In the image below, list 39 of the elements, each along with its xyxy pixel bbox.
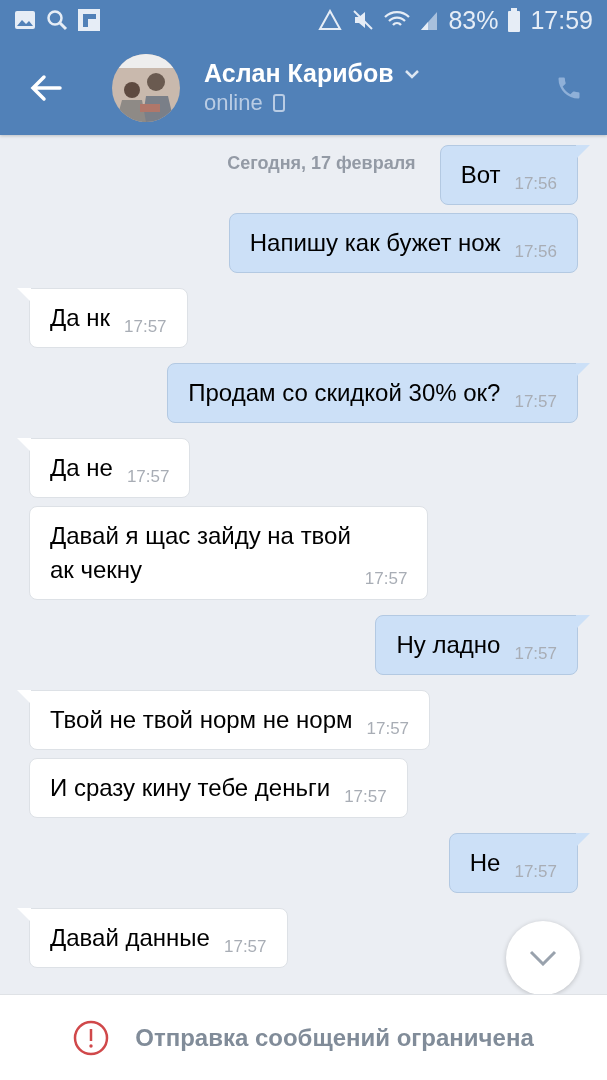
message-text: Вот (460, 160, 501, 190)
back-arrow-icon[interactable] (30, 73, 62, 102)
message-time: 17:57 (366, 719, 410, 739)
message-time: 17:57 (514, 862, 557, 882)
chevron-down-icon (529, 950, 557, 966)
restriction-notice: Отправка сообщений ограничена (135, 1023, 534, 1052)
message-text: Напишу как бужет нож (249, 228, 501, 258)
message-time: 17:56 (514, 174, 557, 194)
message-text: Ну ладно (396, 630, 501, 660)
chevron-down-icon[interactable] (403, 68, 420, 79)
message-text: И сразу кину тебе деньги (50, 773, 331, 803)
warning-icon (73, 1019, 110, 1056)
message-time: 17:57 (364, 569, 408, 589)
date-label: Сегодня, 17 февраля (227, 153, 416, 174)
message-time: 17:57 (344, 787, 387, 807)
mute-icon (352, 9, 375, 31)
clock-time: 17:59 (530, 5, 593, 35)
message-time: 17:57 (223, 937, 267, 957)
message-text: Давай я щас зайду на твой ак чекну (50, 521, 351, 585)
scroll-down-button[interactable] (506, 921, 580, 994)
message-time: 17:56 (514, 242, 557, 262)
message-text: Не (469, 848, 501, 878)
search-icon (46, 9, 68, 31)
message-text: Давай данные (50, 923, 210, 953)
online-status: online (204, 90, 263, 116)
message-time: 17:57 (126, 467, 170, 487)
battery-percent: 83% (448, 5, 499, 35)
contact-name[interactable]: Аслан Карибов (204, 59, 394, 88)
phone-device-icon (272, 94, 285, 112)
message-time: 17:57 (514, 392, 557, 412)
battery-icon (508, 8, 521, 32)
message-text: Твой не твой норм не норм (50, 705, 353, 735)
message-text: Да не (50, 453, 113, 483)
message-time: 17:57 (124, 317, 167, 337)
message-text: Продам со скидкой 30% ок? (188, 378, 501, 408)
gallery-icon (14, 10, 36, 30)
message-text: Да нк (50, 303, 111, 333)
flipboard-icon (78, 9, 100, 31)
message-time: 17:57 (514, 644, 557, 664)
